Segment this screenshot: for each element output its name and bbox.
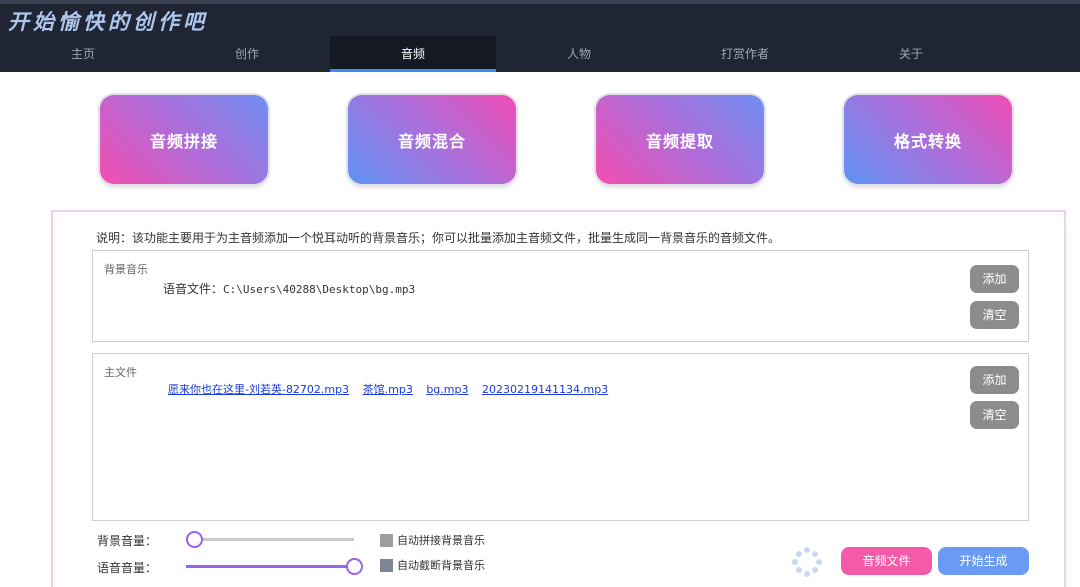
main-clear-button[interactable]: 清空 (970, 401, 1019, 429)
auto-truncate-checkbox[interactable]: 自动截断背景音乐 (380, 557, 485, 573)
main-file-list: 愿来你也在这里-刘若英-82702.mp3 茶馆.mp3 bg.mp3 2023… (168, 381, 618, 397)
main-files-box: 主文件 愿来你也在这里-刘若英-82702.mp3 茶馆.mp3 bg.mp3 … (92, 353, 1029, 521)
main-file-link[interactable]: 20230219141134.mp3 (482, 383, 608, 396)
audio-file-button[interactable]: 音频文件 (841, 547, 932, 575)
voice-volume-slider[interactable] (186, 558, 363, 575)
main-files-label: 主文件 (104, 366, 137, 379)
main-add-button[interactable]: 添加 (970, 366, 1019, 394)
loading-spinner-icon (792, 547, 822, 577)
voice-volume-label: 语音音量： (97, 561, 158, 575)
bg-volume-slider[interactable] (186, 531, 354, 548)
main-file-link[interactable]: 愿来你也在这里-刘若英-82702.mp3 (168, 383, 349, 396)
bg-volume-thumb[interactable] (186, 531, 203, 548)
bg-volume-label: 背景音量： (97, 534, 158, 548)
bg-clear-button[interactable]: 清空 (970, 301, 1019, 329)
tab-audio[interactable]: 音频 (330, 36, 496, 72)
auto-concat-checkbox[interactable]: 自动拼接背景音乐 (380, 532, 485, 548)
main-file-link[interactable]: bg.mp3 (426, 383, 468, 396)
main-file-link[interactable]: 茶馆.mp3 (363, 383, 413, 396)
app-header: 开始愉快的创作吧 主页 创作 音频 人物 打赏作者 关于 (0, 0, 1080, 72)
description-text: 说明：该功能主要用于为主音频添加一个悦耳动听的背景音乐；你可以批量添加主音频文件… (96, 231, 781, 245)
format-convert-button[interactable]: 格式转换 (844, 95, 1012, 184)
app-title: 开始愉快的创作吧 (8, 9, 208, 34)
bg-add-button[interactable]: 添加 (970, 265, 1019, 293)
background-music-file: 语音文件：C:\Users\40288\Desktop\bg.mp3 (163, 280, 415, 297)
checkbox-indicator (380, 558, 393, 572)
file-path: C:\Users\40288\Desktop\bg.mp3 (223, 283, 416, 296)
tab-about[interactable]: 关于 (828, 36, 994, 72)
auto-truncate-label: 自动截断背景音乐 (397, 559, 485, 572)
tab-characters[interactable]: 人物 (496, 36, 662, 72)
audio-extract-button[interactable]: 音频提取 (596, 95, 764, 184)
background-music-label: 背景音乐 (104, 263, 148, 276)
background-music-box: 背景音乐 语音文件：C:\Users\40288\Desktop\bg.mp3 (92, 250, 1029, 342)
auto-concat-label: 自动拼接背景音乐 (397, 534, 485, 547)
file-prefix: 语音文件： (163, 282, 224, 296)
checkbox-indicator (380, 533, 393, 547)
tab-tip-author[interactable]: 打赏作者 (662, 36, 828, 72)
main-nav: 主页 创作 音频 人物 打赏作者 关于 (0, 36, 1080, 72)
voice-volume-thumb[interactable] (346, 558, 363, 575)
voice-volume-fill (186, 565, 354, 568)
start-generate-button[interactable]: 开始生成 (938, 547, 1029, 575)
audio-concat-button[interactable]: 音频拼接 (100, 95, 268, 184)
tab-create[interactable]: 创作 (164, 36, 330, 72)
header-top-line (0, 0, 1080, 4)
audio-mix-button[interactable]: 音频混合 (348, 95, 516, 184)
tab-home[interactable]: 主页 (0, 36, 166, 72)
